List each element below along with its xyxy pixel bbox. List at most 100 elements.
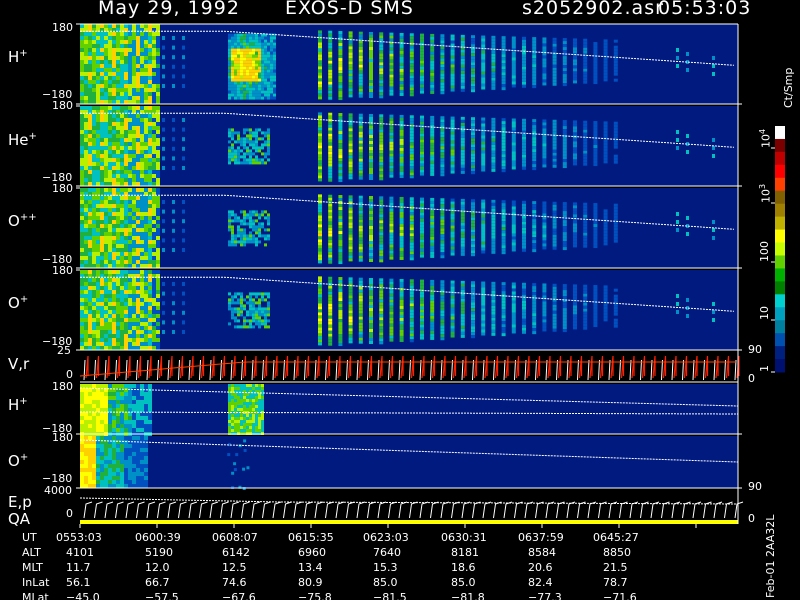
spectro-cell (348, 252, 353, 256)
spectro-cell (420, 209, 424, 213)
spectro-cell (258, 319, 261, 323)
spectro-cell (328, 300, 333, 304)
spectro-cell (348, 64, 353, 68)
spectro-cell (156, 44, 160, 48)
spectro-cell (264, 307, 267, 311)
spectro-cell (144, 40, 148, 44)
spectro-cell (338, 255, 343, 259)
spectro-cell (583, 68, 588, 72)
spectro-cell (104, 142, 108, 146)
spectro-cell (261, 161, 264, 165)
spectro-cell (88, 326, 92, 330)
spectro-cell (379, 159, 384, 163)
spectro-cell (152, 170, 156, 174)
spectro-cell (252, 48, 255, 52)
spectro-cell (460, 70, 465, 74)
spectro-cell (471, 132, 475, 136)
spectro-cell (328, 339, 333, 343)
spectro-cell (112, 286, 116, 290)
spectro-cell (358, 52, 363, 56)
spectro-cell (358, 198, 363, 202)
spectro-cell (240, 219, 243, 223)
spectro-cell (369, 302, 373, 305)
spectro-cell (243, 96, 246, 100)
spectro-cell (80, 100, 84, 104)
spectro-cell (460, 283, 465, 287)
spectro-cell (156, 270, 160, 274)
spectro-cell (84, 220, 88, 224)
spectro-cell (156, 256, 160, 260)
spectro-cell (501, 221, 506, 225)
spectro-cell (511, 236, 516, 240)
spectro-cell (92, 216, 96, 220)
spectro-cell (108, 84, 112, 88)
spectro-cell (255, 60, 258, 64)
spectro-cell (96, 182, 100, 186)
spectro-cell (132, 80, 136, 84)
spectro-cell (104, 68, 108, 72)
spectro-cell (132, 174, 136, 178)
spectro-cell (104, 286, 108, 290)
spectro-cell (136, 200, 140, 204)
spectro-cell (136, 40, 140, 44)
spectro-cell (252, 140, 255, 144)
spectro-cell (430, 209, 435, 213)
spectro-cell (318, 336, 322, 340)
spectro-cell (613, 215, 618, 219)
spectro-cell (420, 69, 424, 73)
spectro-cell (104, 314, 108, 318)
spectro-cell (234, 417, 237, 420)
spectro-cell (80, 146, 84, 150)
spectro-cell (120, 72, 124, 76)
spectro-cell (430, 33, 435, 37)
spectro-cell (88, 68, 92, 72)
spectro-cell (108, 412, 112, 416)
spectro-cell (116, 84, 120, 88)
spectro-cell (450, 234, 455, 238)
spectro-cell (144, 154, 148, 158)
spectro-cell (246, 36, 249, 40)
spectro-cell (249, 292, 252, 296)
spectro-cell (348, 207, 353, 211)
spectro-cell (136, 326, 140, 330)
spectro-cell (124, 326, 128, 330)
spectro-cell (140, 150, 144, 154)
spectro-cell (104, 412, 108, 416)
spectro-cell (108, 384, 112, 388)
spectro-cell (80, 122, 84, 126)
spectro-cell (140, 322, 144, 326)
spectro-cell (136, 306, 140, 310)
spectro-cell (258, 213, 261, 217)
spectro-cell (128, 282, 132, 286)
spectro-cell (471, 165, 475, 169)
spectro-cell (522, 227, 526, 231)
spectro-cell (156, 72, 160, 76)
spectro-cell (603, 69, 608, 73)
spectro-cell (80, 36, 84, 40)
spectro-cell (389, 235, 394, 239)
spectro-cell (132, 114, 136, 118)
spectro-cell (389, 147, 394, 151)
spectro-cell (603, 288, 608, 292)
spectro-cell (258, 298, 261, 302)
spectro-cell (552, 213, 557, 217)
spectro-cell (172, 330, 175, 334)
spectro-cell (132, 182, 136, 186)
spectro-cell (270, 69, 273, 73)
spectro-cell (237, 134, 240, 138)
spectro-cell (573, 62, 577, 66)
spectro-cell (369, 199, 373, 202)
spectro-cell (249, 84, 252, 88)
spectro-cell (409, 209, 414, 213)
spectro-cell (231, 408, 234, 411)
spectro-cell (593, 72, 598, 76)
spectro-cell (450, 225, 455, 229)
spectro-cell (511, 306, 516, 310)
spectro-cell (152, 158, 156, 162)
spectro-cell (249, 161, 252, 165)
spectro-cell (471, 56, 475, 60)
spectro-cell (501, 248, 506, 252)
spectro-cell (552, 131, 557, 135)
spectro-cell (450, 161, 455, 165)
spectro-cell (481, 247, 486, 251)
